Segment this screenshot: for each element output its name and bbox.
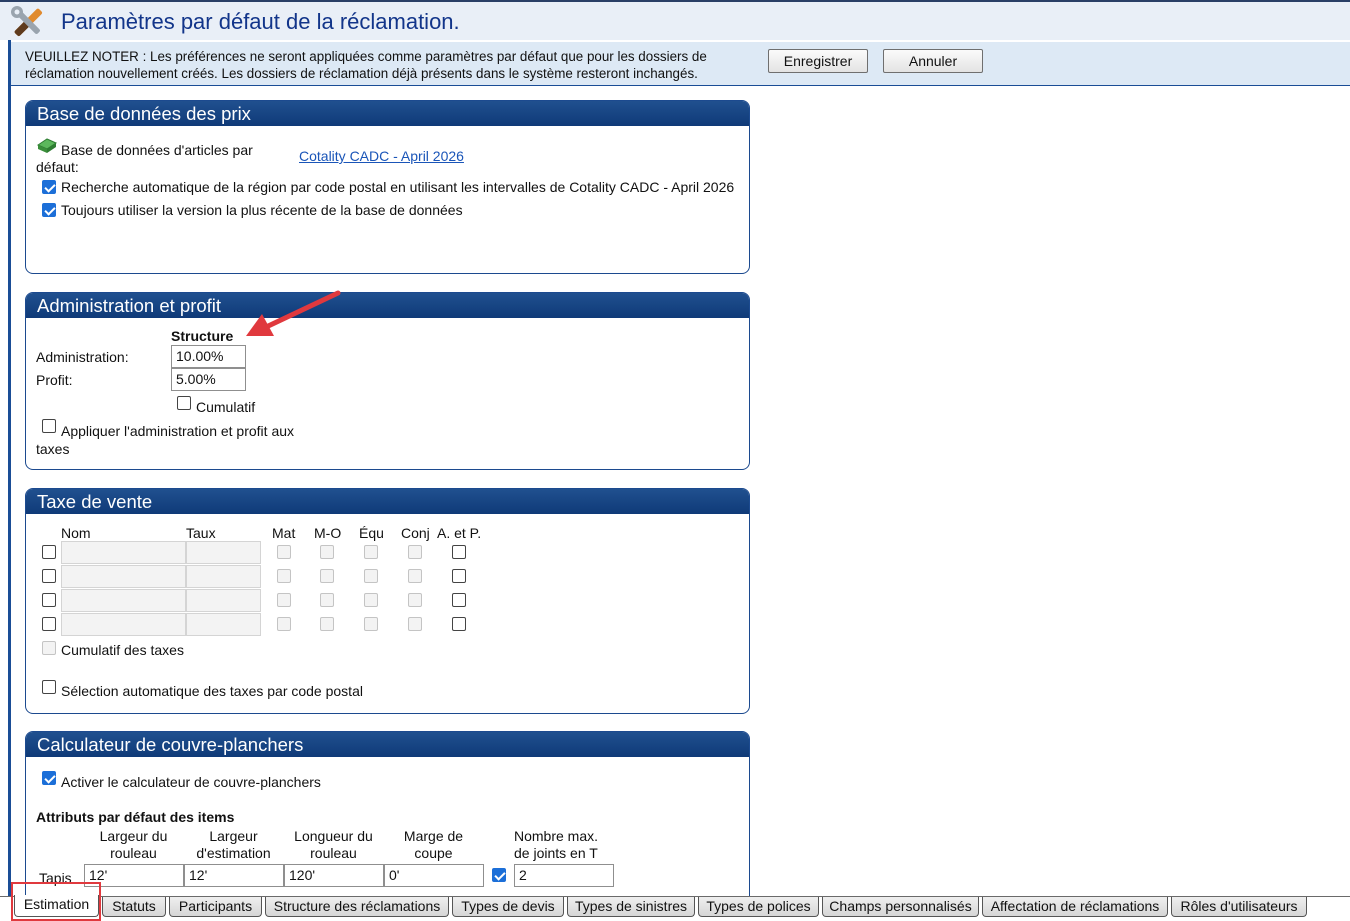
tax-row-2-rate[interactable] [186, 565, 261, 588]
admin-profit-header: Administration et profit [26, 293, 749, 318]
profit-label: Profit: [36, 372, 73, 388]
tax-row-4-mat [277, 617, 291, 631]
tax-row-1-mo [320, 545, 334, 559]
tax-row-1-equ [364, 545, 378, 559]
tax-row-4-mo [320, 617, 334, 631]
tab-participants[interactable]: Participants [169, 897, 262, 917]
col-max-seams: Nombre max. de joints en T [514, 828, 599, 861]
tax-row-2-name[interactable] [61, 565, 186, 588]
col-mat-header: Mat [272, 525, 296, 541]
col-roll-width: Largeur du rouleau [99, 828, 168, 861]
attributes-title: Attributs par défaut des items [36, 809, 235, 825]
tax-row-3-mat [277, 593, 291, 607]
latest-version-label: Toujours utiliser la version la plus réc… [61, 202, 463, 218]
max-seams-checkbox[interactable] [492, 868, 506, 882]
auto-region-label: Recherche automatique de la région par c… [61, 179, 735, 195]
tab-champs-personnalises[interactable]: Champs personnalisés [822, 897, 979, 917]
cancel-button[interactable]: Annuler [883, 49, 983, 73]
notice-text: VEUILLEZ NOTER : Les préférences ne sero… [25, 49, 707, 81]
apply-to-taxes-label: Appliquer l'administration et profit aux… [36, 423, 295, 457]
default-db-link[interactable]: Cotality CADC - April 2026 [299, 148, 464, 164]
col-equ-header: Équ [359, 525, 384, 541]
tab-types-polices[interactable]: Types de polices [698, 897, 819, 917]
tax-row-3-conj [408, 593, 422, 607]
tax-row-4-rate[interactable] [186, 613, 261, 636]
tools-icon [11, 6, 43, 37]
tax-row-2-equ [364, 569, 378, 583]
tax-row-4-equ [364, 617, 378, 631]
tax-row-3-checkbox[interactable] [42, 593, 56, 607]
cumulative-label: Cumulatif [196, 399, 256, 415]
col-conj-header: Conj [401, 525, 430, 541]
cut-margin-input[interactable]: 0' [384, 864, 484, 887]
sales-tax-section: Taxe de vente Nom Taux Mat M-O Équ Conj … [25, 488, 750, 714]
col-name-header: Nom [61, 525, 91, 541]
tax-row-1-mat [277, 545, 291, 559]
admin-percent-input[interactable]: 10.00% [171, 345, 246, 368]
tax-cumulative-label: Cumulatif des taxes [61, 642, 184, 658]
tax-row-1-ap[interactable] [452, 545, 466, 559]
default-db-label: Base de données d'articles par défaut: [36, 142, 253, 175]
col-cut-margin: Marge de coupe [403, 828, 464, 861]
page-title: Paramètres par défaut de la réclamation. [61, 9, 460, 34]
tax-row-1-conj [408, 545, 422, 559]
auto-tax-select-label: Sélection automatique des taxes par code… [61, 683, 363, 699]
col-roll-length: Longueur du rouleau [294, 828, 373, 861]
enable-flooring-checkbox[interactable] [42, 771, 56, 785]
tax-row-2-ap[interactable] [452, 569, 466, 583]
save-button[interactable]: Enregistrer [768, 49, 868, 73]
active-tab-highlight [11, 882, 101, 921]
tax-row-1-name[interactable] [61, 541, 186, 564]
tax-row-3-equ [364, 593, 378, 607]
auto-tax-select-checkbox[interactable] [42, 680, 56, 694]
cumulative-checkbox[interactable] [177, 396, 191, 410]
enable-flooring-label: Activer le calculateur de couvre-planche… [61, 774, 321, 790]
tax-row-4-conj [408, 617, 422, 631]
tab-roles-utilisateurs[interactable]: Rôles d'utilisateurs [1171, 897, 1307, 917]
price-database-header: Base de données des prix [26, 101, 749, 126]
col-ap-header: A. et P. [437, 525, 482, 541]
tax-row-3-ap[interactable] [452, 593, 466, 607]
tax-row-4-name[interactable] [61, 613, 186, 636]
tax-row-2-mat [277, 569, 291, 583]
annotation-arrow [246, 290, 341, 336]
tax-row-2-checkbox[interactable] [42, 569, 56, 583]
col-est-width: Largeur d'estimation [196, 828, 271, 861]
roll-length-input[interactable]: 120' [284, 864, 384, 887]
structure-column-header: Structure [171, 328, 234, 344]
tax-row-3-name[interactable] [61, 589, 186, 612]
col-mo-header: M-O [314, 525, 342, 541]
auto-region-checkbox[interactable] [42, 180, 56, 194]
bottom-tabs: Estimation Statuts Participants Structur… [0, 895, 1350, 921]
left-rail [8, 40, 11, 896]
tax-row-3-mo [320, 593, 334, 607]
tab-types-devis[interactable]: Types de devis [452, 897, 564, 917]
admin-profit-section: Administration et profit Structure Admin… [25, 292, 750, 470]
sales-tax-header: Taxe de vente [26, 489, 749, 514]
tax-row-1-checkbox[interactable] [42, 545, 56, 559]
tax-row-2-mo [320, 569, 334, 583]
tax-cumulative-checkbox [42, 641, 56, 655]
profit-percent-input[interactable]: 5.00% [171, 368, 246, 391]
notice-bar: VEUILLEZ NOTER : Les préférences ne sero… [11, 42, 1350, 86]
tab-structure-reclamations[interactable]: Structure des réclamations [265, 897, 449, 917]
col-rate-header: Taux [186, 525, 216, 541]
max-seams-input[interactable]: 2 [514, 864, 614, 887]
title-bar: Paramètres par défaut de la réclamation. [0, 2, 1350, 40]
tax-row-4-ap[interactable] [452, 617, 466, 631]
latest-version-checkbox[interactable] [42, 203, 56, 217]
price-database-section: Base de données des prix Base de données… [25, 100, 750, 274]
tax-row-3-rate[interactable] [186, 589, 261, 612]
est-width-input[interactable]: 12' [184, 864, 284, 887]
tax-row-2-conj [408, 569, 422, 583]
tax-row-1-rate[interactable] [186, 541, 261, 564]
tab-types-sinistres[interactable]: Types de sinistres [567, 897, 695, 917]
tab-statuts[interactable]: Statuts [102, 897, 166, 917]
flooring-calculator-header: Calculateur de couvre-planchers [26, 732, 749, 757]
admin-label: Administration: [36, 349, 129, 365]
flooring-calculator-section: Calculateur de couvre-planchers Activer … [25, 731, 750, 911]
tax-row-4-checkbox[interactable] [42, 617, 56, 631]
tab-affectation-reclamations[interactable]: Affectation de réclamations [982, 897, 1168, 917]
